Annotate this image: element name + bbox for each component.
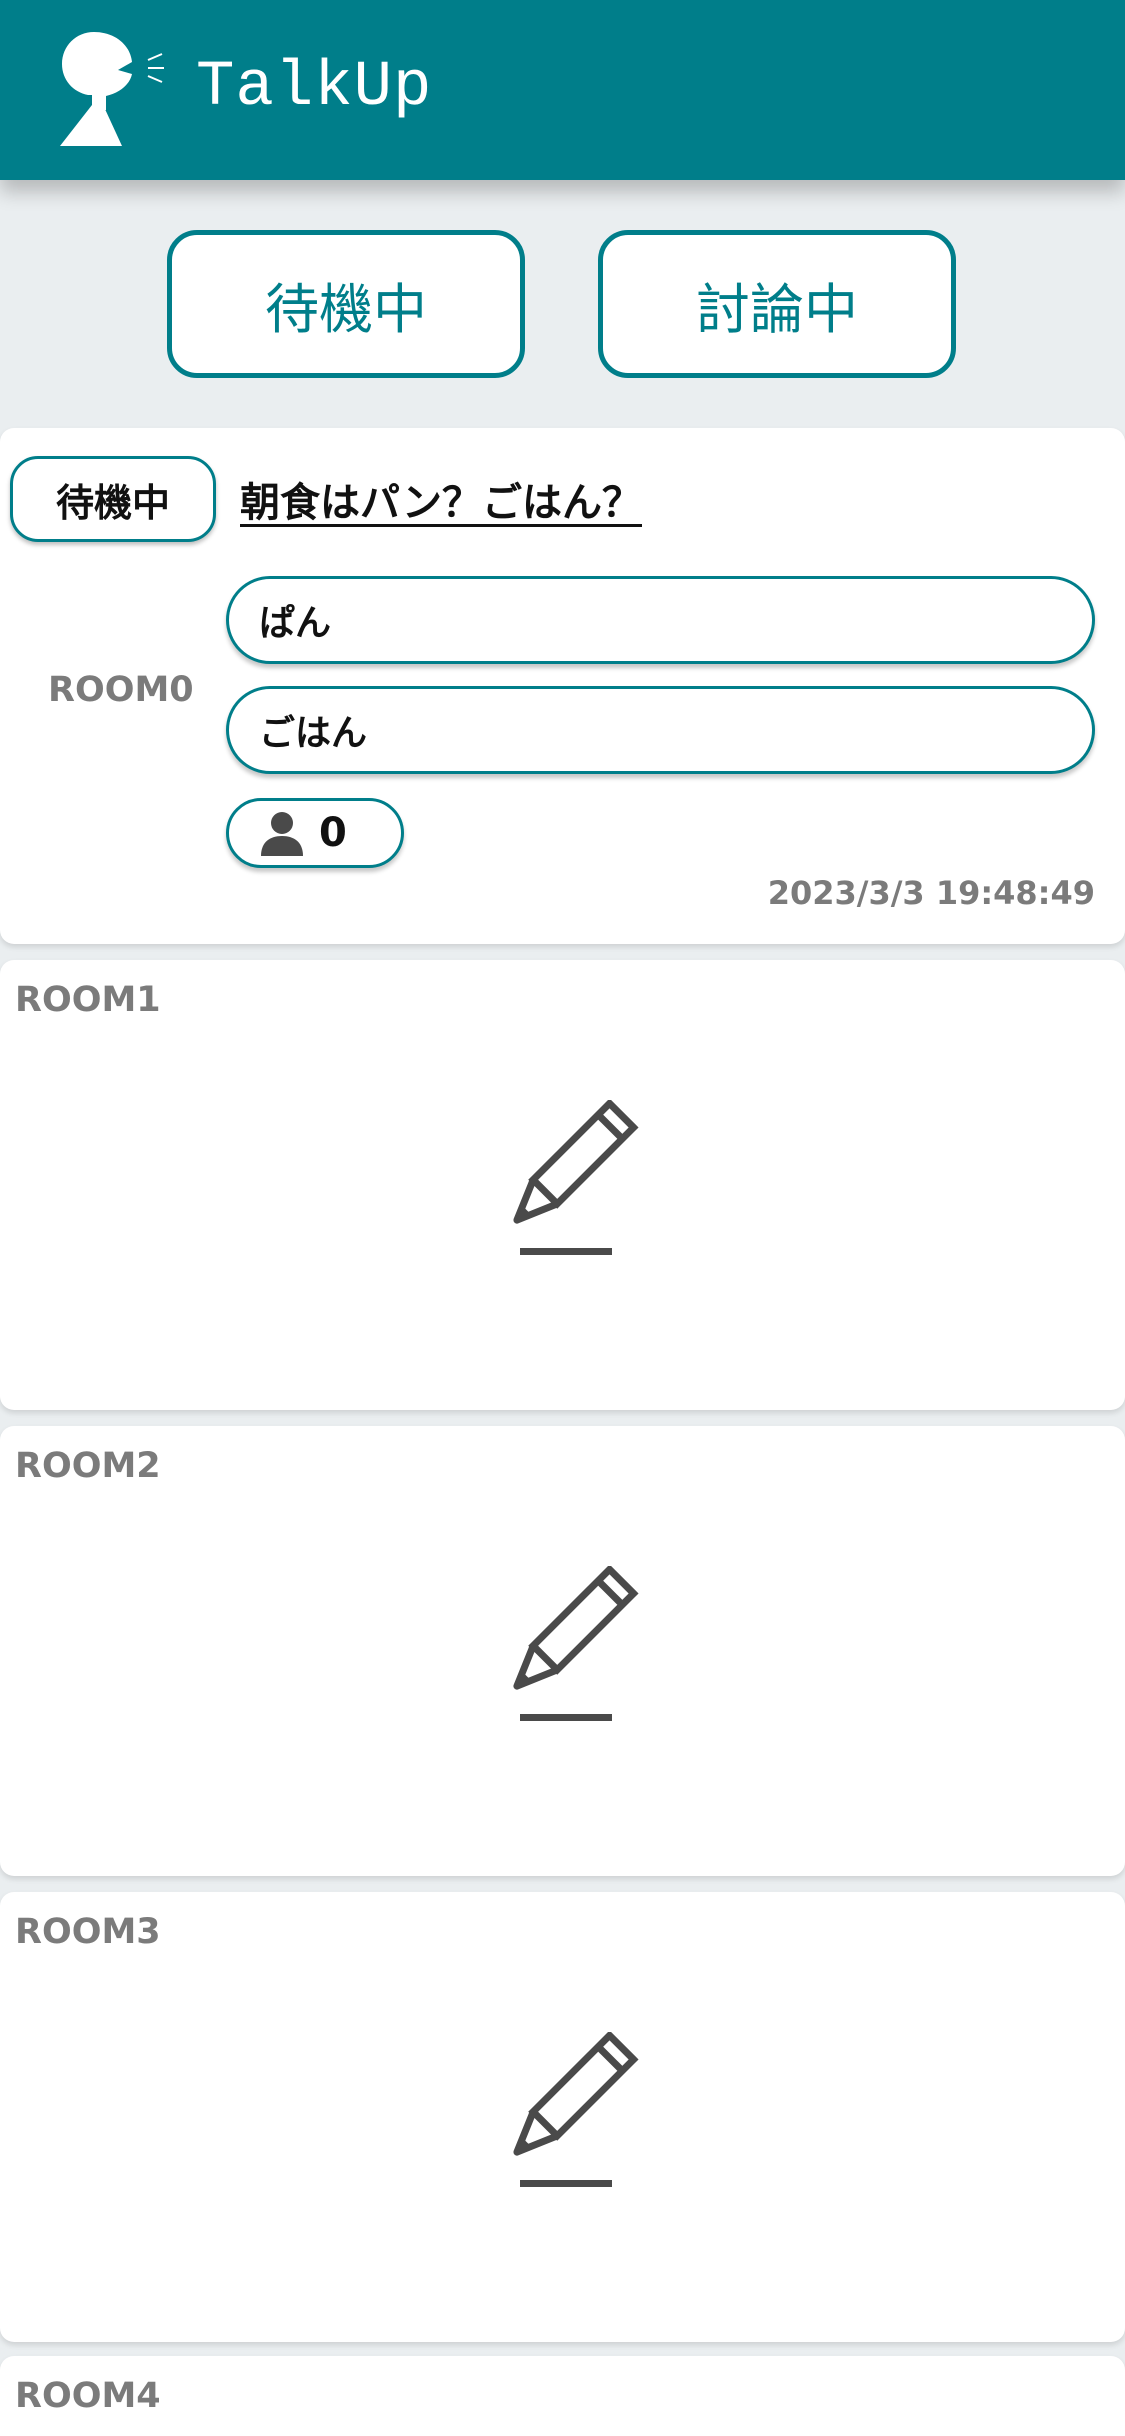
room-card-room4: ROOM4 [0, 2356, 1125, 2436]
room-card-room3: ROOM3 [0, 1892, 1125, 2342]
room-label: ROOM3 [15, 1912, 161, 1952]
status-badge: 待機中 [10, 456, 216, 542]
app-title: TalkUp [196, 52, 433, 124]
create-topic-button[interactable] [490, 2030, 640, 2197]
pencil-icon [513, 1098, 639, 1255]
create-topic-button[interactable] [490, 1564, 640, 1731]
status-filter-bar: 待機中 討論中 [0, 180, 1125, 428]
room-label: ROOM4 [15, 2376, 161, 2416]
pencil-icon [513, 1564, 639, 1721]
app-root: TalkUp 待機中 討論中 待機中 朝食はパン？ごはん？ ROOM0 ぱん ご… [0, 0, 1125, 2436]
talkup-logo-icon [58, 30, 168, 152]
participant-count-badge: 0 [226, 798, 404, 868]
app-header: TalkUp [0, 0, 1125, 180]
room-timestamp: 2023/3/3 19:48:49 [767, 874, 1095, 912]
room-label: ROOM0 [48, 670, 194, 710]
room-card-room2: ROOM2 [0, 1426, 1125, 1876]
room-label: ROOM1 [15, 980, 161, 1020]
room-card-room0: 待機中 朝食はパン？ごはん？ ROOM0 ぱん ごはん 0 2023/3/3 1… [0, 428, 1125, 944]
filter-discussing-button[interactable]: 討論中 [598, 230, 956, 378]
topic-title-link[interactable]: 朝食はパン？ごはん？ [240, 470, 642, 528]
room-label: ROOM2 [15, 1446, 161, 1486]
create-topic-button[interactable] [490, 1098, 640, 1265]
choice-button-2[interactable]: ごはん [226, 686, 1095, 774]
person-icon [261, 812, 303, 856]
room-card-room1: ROOM1 [0, 960, 1125, 1410]
participant-count: 0 [319, 810, 347, 856]
pencil-icon [513, 2030, 639, 2187]
filter-waiting-button[interactable]: 待機中 [167, 230, 525, 378]
choice-button-1[interactable]: ぱん [226, 576, 1095, 664]
